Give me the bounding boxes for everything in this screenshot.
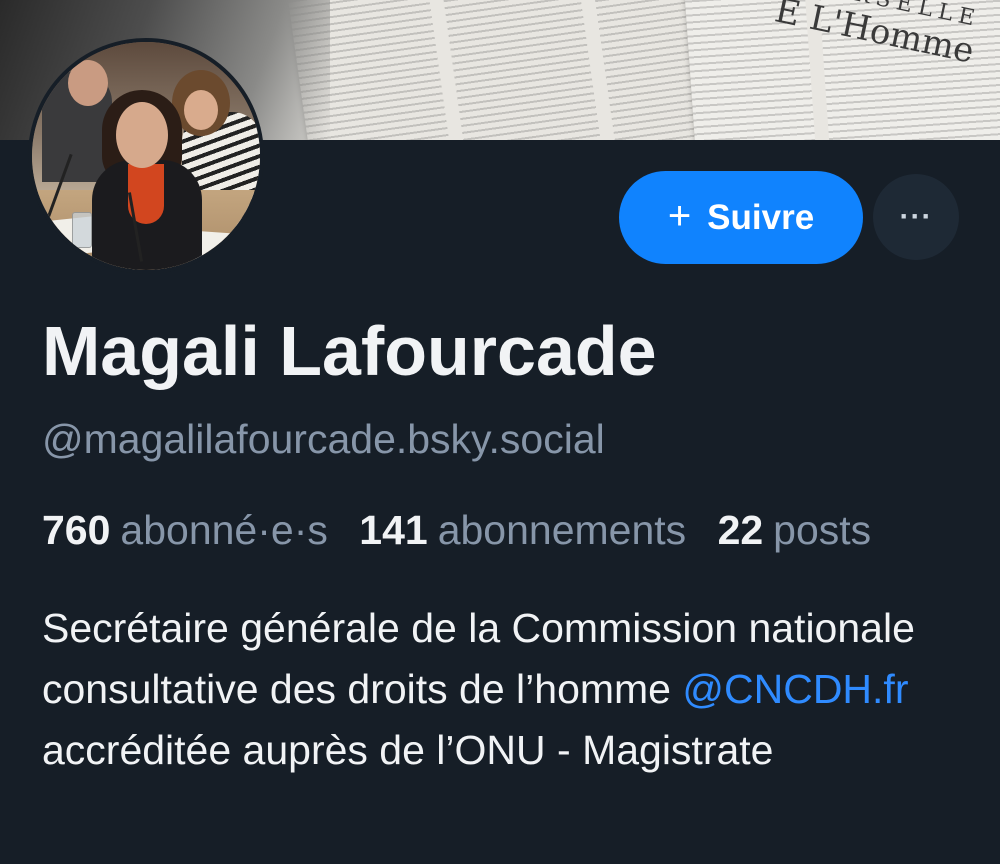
bio-text-part2: accréditée auprès de l’ONU - Magistrate <box>42 727 774 773</box>
followers-count: 760 <box>42 507 111 553</box>
posts-count: 22 <box>717 507 764 553</box>
display-name: Magali Lafourcade <box>42 312 657 390</box>
following-stat[interactable]: 141 abonnements <box>359 507 686 553</box>
profile-bio: Secrétaire générale de la Commission nat… <box>42 598 982 781</box>
follow-button-label: Suivre <box>707 197 815 237</box>
followers-stat[interactable]: 760 abonné·e·s <box>42 507 328 553</box>
plus-icon: + <box>667 193 692 238</box>
profile-stats: 760 abonné·e·s 141 abonnements 22 posts <box>42 504 1000 556</box>
followers-label: abonné·e·s <box>120 507 328 553</box>
banner-document-sheet <box>288 0 742 140</box>
following-label: abonnements <box>437 507 687 553</box>
following-count: 141 <box>359 507 428 553</box>
profile-page: ERSELLE E L'Homme + Suivre ··· Magali La… <box>0 0 1000 864</box>
more-options-button[interactable]: ··· <box>873 174 959 260</box>
posts-label: posts <box>773 507 872 553</box>
profile-handle: @magalilafourcade.bsky.social <box>42 416 605 462</box>
posts-stat: 22 posts <box>718 507 872 553</box>
bio-mention-link[interactable]: @CNCDH.fr <box>682 666 908 712</box>
follow-button[interactable]: + Suivre <box>619 171 863 264</box>
ellipsis-icon: ··· <box>899 200 933 233</box>
avatar[interactable] <box>28 38 264 274</box>
